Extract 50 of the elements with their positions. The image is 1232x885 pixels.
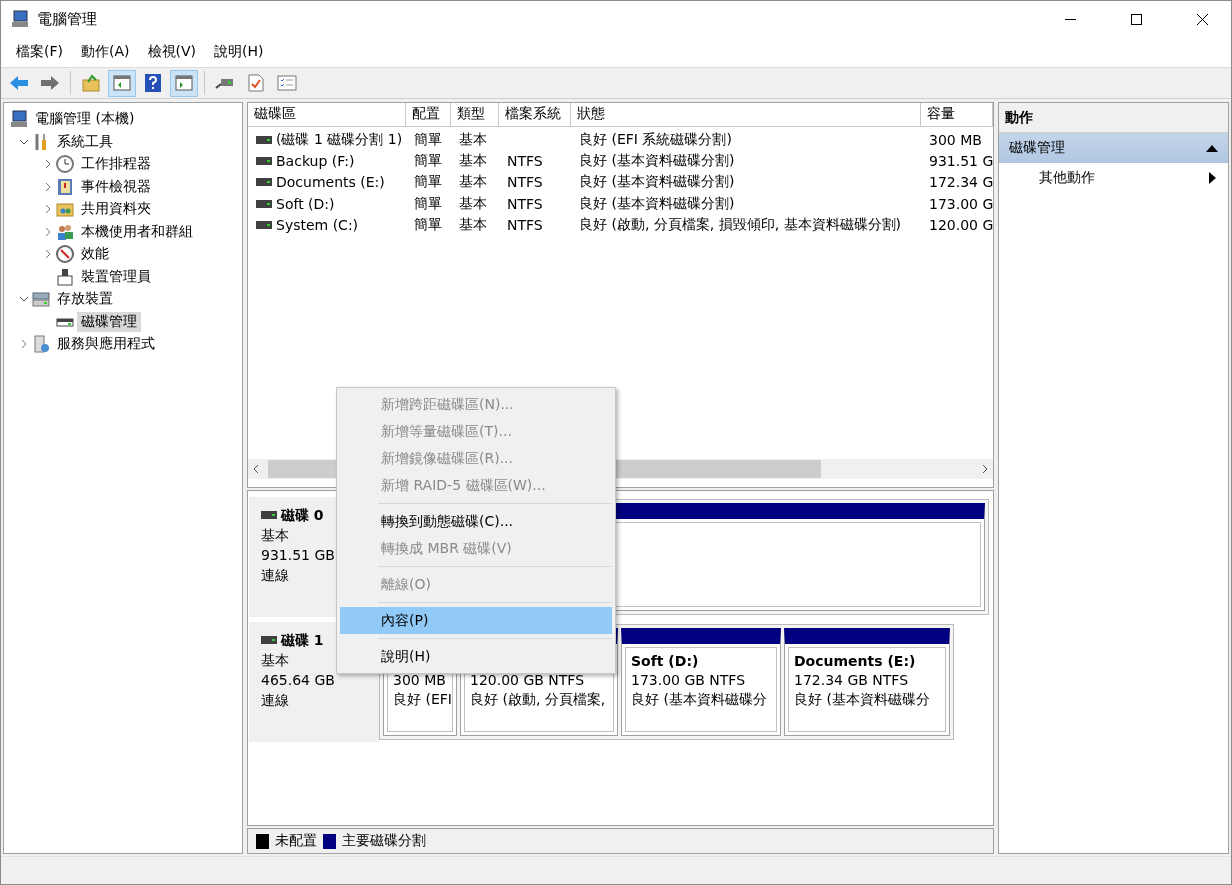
actions-title: 動作: [999, 103, 1228, 133]
table-cell: 基本: [459, 173, 487, 192]
table-cell: 良好 (EFI 系統磁碟分割): [579, 130, 732, 149]
table-cell: 良好 (基本資料磁碟分割): [579, 173, 735, 192]
disk-size: 465.64 GB: [261, 671, 336, 690]
table-cell: 172.34 G: [929, 174, 994, 191]
disk-name: 磁碟 1: [281, 631, 324, 650]
table-cell: 基本: [459, 194, 487, 213]
table-cell: 簡單: [414, 173, 442, 192]
partition-title: Soft (D:): [631, 652, 700, 671]
table-cell: Backup (F:): [276, 152, 355, 169]
partition-info: 良好 (啟動, 分頁檔案,: [470, 690, 607, 709]
disk-type: 基本: [261, 651, 290, 670]
window-title: 電腦管理: [37, 9, 98, 29]
table-cell: Documents (E:): [276, 174, 385, 191]
partition-info: 良好 (基本資料磁碟分: [794, 690, 931, 709]
partition-info: 173.00 GB NTFS: [631, 671, 747, 690]
partition-title: Documents (E:): [794, 652, 917, 671]
partition-info: 172.34 GB NTFS: [794, 671, 910, 690]
table-cell: 良好 (基本資料磁碟分割): [579, 151, 735, 170]
partition-info: 300 MB: [393, 671, 447, 690]
legend-label: 主要磁碟分割: [342, 832, 426, 850]
table-cell: NTFS: [507, 152, 543, 169]
table-cell: 良好 (啟動, 分頁檔案, 損毀傾印, 基本資料磁碟分割): [579, 215, 902, 234]
table-cell: 簡單: [414, 194, 442, 213]
table-cell: NTFS: [507, 216, 543, 233]
disk-size: 931.51 GB: [261, 546, 336, 565]
legend-label: 未配置: [275, 832, 317, 850]
table-cell: 120.00 G: [929, 216, 994, 233]
table-cell: 931.51 G: [929, 152, 994, 169]
table-cell: 良好 (基本資料磁碟分割): [579, 194, 735, 213]
table-cell: System (C:): [276, 216, 359, 233]
partition-info: 良好 (基本資料磁碟分: [631, 690, 768, 709]
disk-name: 磁碟 0: [281, 506, 324, 525]
table-cell: 基本: [459, 215, 487, 234]
disk-status: 連線: [261, 566, 290, 585]
partition-info: 120.00 GB NTFS: [470, 671, 586, 690]
table-cell: 基本: [459, 130, 487, 149]
table-cell: 簡單: [414, 151, 442, 170]
disk-type: 基本: [261, 526, 290, 545]
table-cell: 173.00 G: [929, 195, 994, 212]
table-cell: NTFS: [507, 174, 543, 191]
table-cell: (磁碟 1 磁碟分割 1): [276, 130, 403, 149]
table-cell: 基本: [459, 151, 487, 170]
table-cell: NTFS: [507, 195, 543, 212]
table-cell: 300 MB: [929, 131, 982, 148]
table-cell: 簡單: [414, 215, 442, 234]
table-cell: 簡單: [414, 130, 442, 149]
disk-status: 連線: [261, 691, 290, 710]
table-cell: Soft (D:): [276, 195, 335, 212]
